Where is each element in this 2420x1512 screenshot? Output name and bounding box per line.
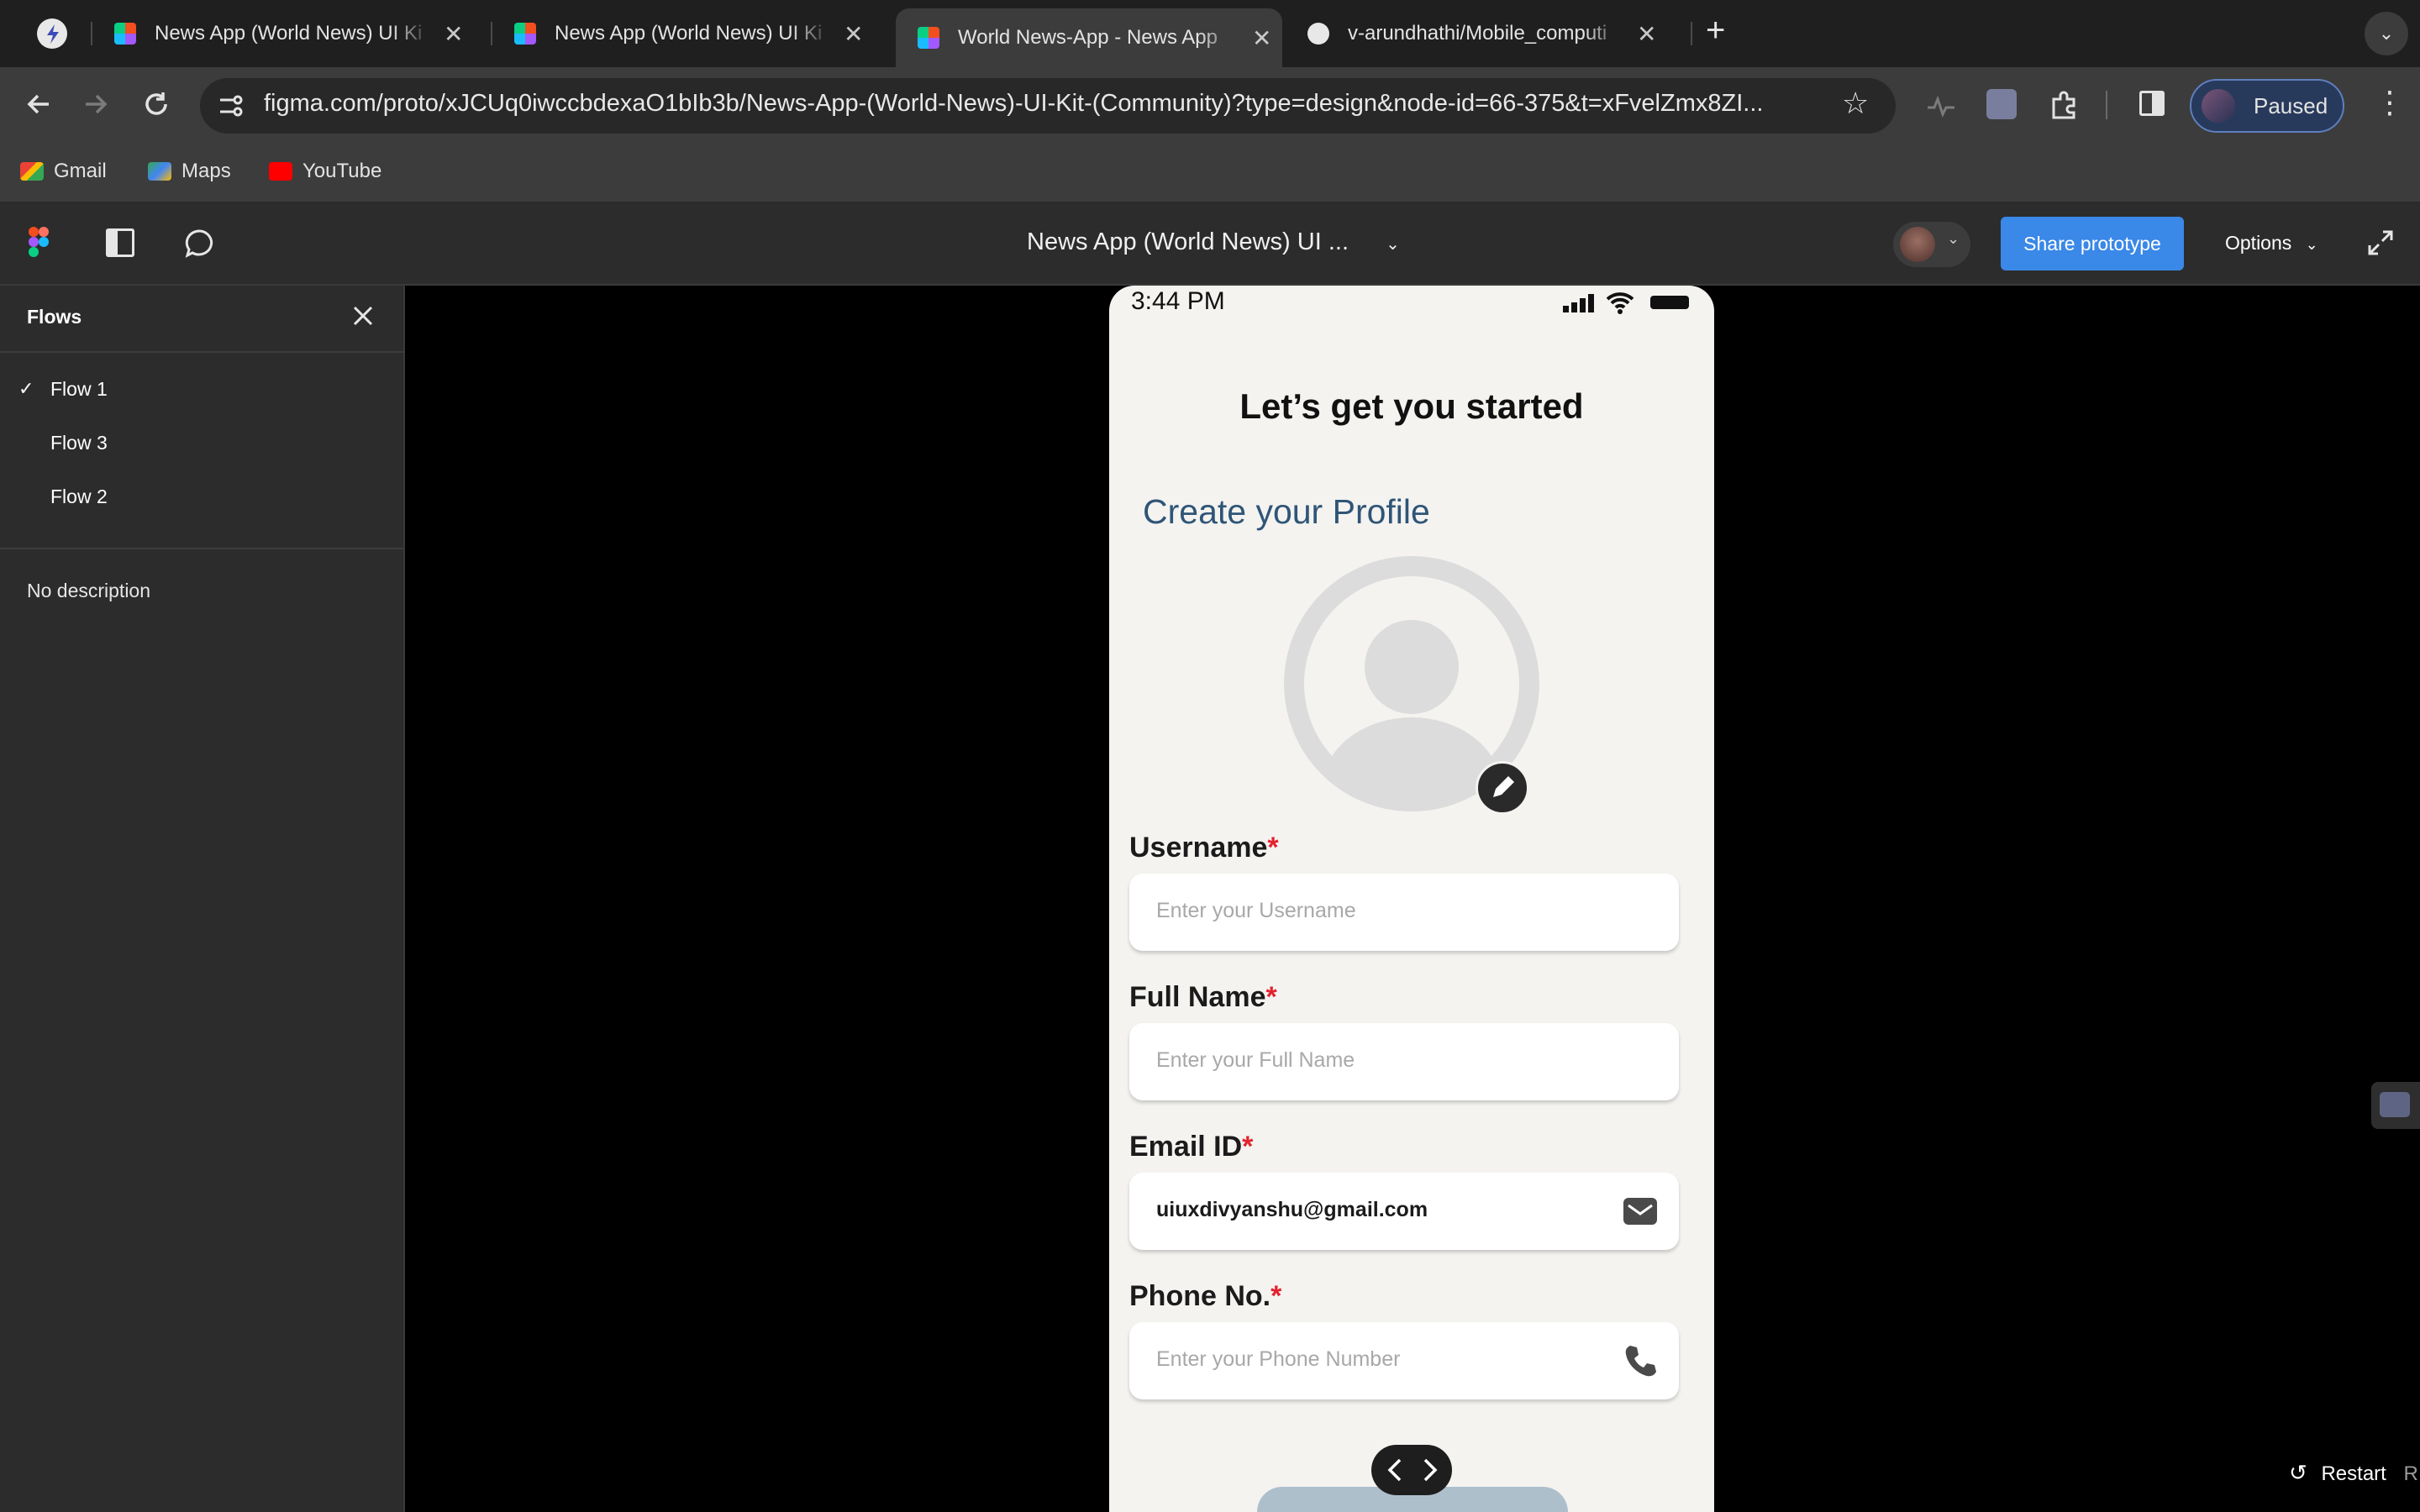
- browser-tab-1[interactable]: News App (World News) UI Ki ✕: [92, 12, 463, 55]
- extension-side-icon[interactable]: [2371, 1082, 2420, 1129]
- user-avatar-dropdown[interactable]: ⌄: [1893, 222, 1970, 267]
- chevron-down-icon: ⌄: [2305, 236, 2318, 253]
- bookmark-youtube[interactable]: YouTube: [269, 160, 381, 183]
- restart-icon: ↺: [2289, 1460, 2307, 1485]
- browser-tab-3-active[interactable]: World News-App - News App ✕: [896, 8, 1282, 67]
- phone-field[interactable]: Enter your Phone Number: [1129, 1322, 1679, 1399]
- browser-menu-icon[interactable]: ⋮: [2375, 87, 2405, 118]
- browser-tab-2[interactable]: News App (World News) UI Ki ✕: [492, 12, 863, 55]
- tab-title: News App (World News) UI Ki: [555, 22, 823, 45]
- phone-icon: [1622, 1342, 1659, 1383]
- bookmark-star-icon[interactable]: ☆: [1842, 86, 1869, 121]
- youtube-icon: [269, 162, 292, 181]
- sidebar-divider: [0, 548, 403, 549]
- chevron-down-icon: ⌄: [1947, 230, 1960, 247]
- email-field[interactable]: uiuxdivyanshu@gmail.com: [1129, 1173, 1679, 1250]
- tab-title: News App (World News) UI Ki: [155, 22, 423, 45]
- check-icon: ✓: [18, 378, 34, 399]
- bookmark-label: Maps: [182, 160, 231, 182]
- profile-avatar: [2202, 89, 2235, 123]
- maps-icon: [148, 162, 171, 181]
- gmail-icon: [20, 162, 44, 181]
- flows-sidebar: [0, 286, 405, 1512]
- extensions-puzzle-icon[interactable]: [2047, 87, 2081, 125]
- tab-search-button[interactable]: ⌄: [2365, 12, 2408, 55]
- restart-button[interactable]: ↺ Restart R: [2289, 1460, 2418, 1486]
- flow-item-1[interactable]: Flow 1: [50, 378, 108, 401]
- email-label: Email ID*: [1129, 1131, 1254, 1163]
- full-name-field[interactable]: Enter your Full Name: [1129, 1023, 1679, 1100]
- close-tab-icon[interactable]: ✕: [1637, 20, 1656, 48]
- next-frame-button[interactable]: [1417, 1457, 1442, 1488]
- close-tab-icon[interactable]: ✕: [444, 20, 463, 48]
- forward-button[interactable]: [79, 87, 113, 125]
- sidebar-divider: [0, 351, 403, 353]
- tab-title: v-arundhathi/Mobile_computi: [1348, 22, 1607, 45]
- flow-description: No description: [27, 580, 151, 601]
- options-label: Options: [2225, 232, 2292, 254]
- figma-tab-icon: [114, 23, 136, 45]
- github-tab-icon: [1307, 23, 1329, 45]
- figma-logo-icon[interactable]: [29, 227, 49, 261]
- mail-icon: [1623, 1198, 1657, 1225]
- profile-status: Paused: [2254, 92, 2328, 118]
- sidebar-toggle-icon[interactable]: [106, 228, 134, 257]
- phone-label: Phone No.*: [1129, 1280, 1282, 1312]
- bookmark-label: YouTube: [302, 160, 382, 182]
- flow-item-3[interactable]: Flow 3: [50, 432, 108, 454]
- full-name-placeholder: Enter your Full Name: [1156, 1048, 1355, 1072]
- page-heading: Let’s get you started: [1239, 386, 1584, 426]
- reload-button[interactable]: [139, 87, 173, 125]
- full-name-label: Full Name*: [1129, 981, 1277, 1013]
- bookmark-maps[interactable]: Maps: [148, 160, 231, 183]
- profile-button[interactable]: Paused: [2190, 79, 2344, 133]
- email-value: uiuxdivyanshu@gmail.com: [1156, 1198, 1428, 1221]
- browser-tab-4[interactable]: v-arundhathi/Mobile_computi ✕: [1286, 12, 1656, 55]
- chevron-down-icon[interactable]: ⌄: [1386, 235, 1400, 254]
- bookmark-gmail[interactable]: Gmail: [20, 160, 107, 183]
- phone-placeholder: Enter your Phone Number: [1156, 1347, 1401, 1371]
- options-menu[interactable]: Options ⌄: [2225, 232, 2318, 255]
- close-tab-icon[interactable]: ✕: [844, 20, 863, 48]
- file-title[interactable]: News App (World News) UI ... ⌄: [1027, 228, 1400, 256]
- username-field[interactable]: Enter your Username: [1129, 874, 1679, 951]
- sidebar-title: Flows: [27, 306, 82, 328]
- wifi-icon: [1605, 291, 1635, 318]
- signal-icon: [1563, 294, 1597, 317]
- site-info-icon[interactable]: [213, 89, 247, 127]
- comments-icon[interactable]: [183, 227, 217, 265]
- tab-title: World News-App - News App: [958, 26, 1218, 49]
- username-label: Username*: [1129, 832, 1279, 864]
- file-title-text: News App (World News) UI ...: [1027, 228, 1349, 255]
- figma-tab-icon: [918, 27, 939, 49]
- status-time: 3:44 PM: [1131, 287, 1225, 315]
- url-text[interactable]: figma.com/proto/xJCUq0iwccbdexaO1bIb3b/N…: [264, 90, 1835, 118]
- share-prototype-button[interactable]: Share prototype: [2001, 217, 2184, 270]
- toolbar-divider: [2106, 91, 2107, 119]
- pencil-icon: [1493, 776, 1514, 797]
- bookmark-label: Gmail: [54, 160, 107, 182]
- side-panel-icon[interactable]: [2139, 91, 2165, 116]
- restart-shortcut: R: [2403, 1462, 2418, 1485]
- restart-label: Restart: [2321, 1462, 2386, 1485]
- extension-icon[interactable]: [1986, 89, 2017, 119]
- prototype-nav-pill: [1371, 1445, 1452, 1495]
- avatar: [1900, 227, 1935, 262]
- extension-activity-icon[interactable]: [1924, 89, 1958, 127]
- close-sidebar-icon[interactable]: [351, 304, 375, 332]
- browser-logo-icon[interactable]: [37, 18, 67, 49]
- section-subheading: Create your Profile: [1143, 492, 1430, 531]
- figma-tab-icon: [514, 23, 536, 45]
- prototype-frame[interactable]: 3:44 PM Let’s get you started Create you…: [1109, 286, 1714, 1512]
- edit-avatar-button[interactable]: [1476, 761, 1529, 815]
- new-tab-button[interactable]: +: [1706, 12, 1725, 50]
- flow-item-2[interactable]: Flow 2: [50, 486, 108, 508]
- username-placeholder: Enter your Username: [1156, 899, 1356, 922]
- close-tab-icon[interactable]: ✕: [1252, 24, 1271, 52]
- previous-frame-button[interactable]: [1383, 1457, 1408, 1488]
- back-button[interactable]: [22, 87, 55, 125]
- battery-icon: [1650, 296, 1689, 309]
- fullscreen-icon[interactable]: [2366, 228, 2395, 261]
